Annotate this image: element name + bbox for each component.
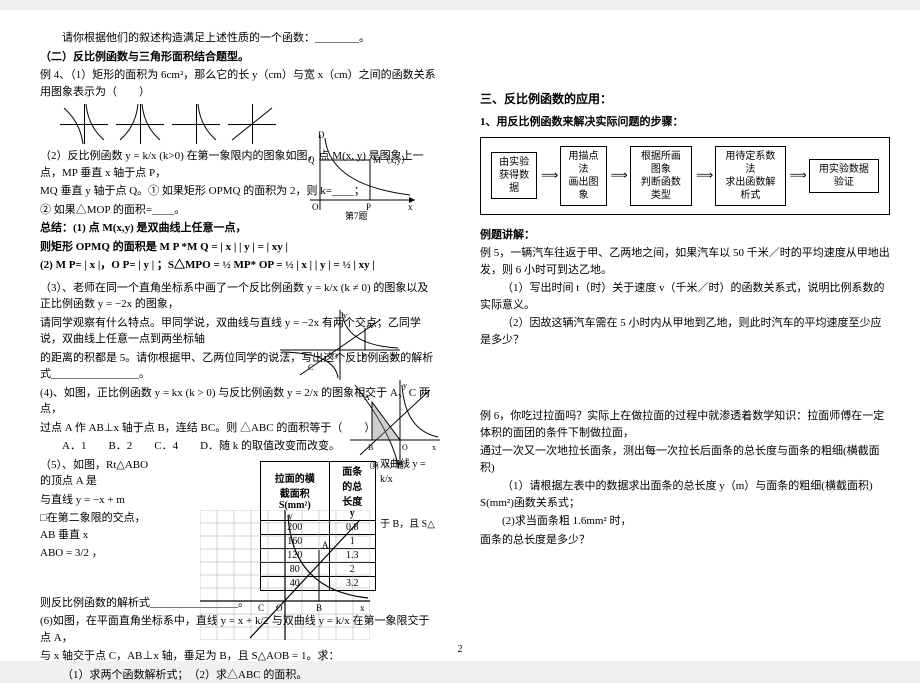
subsection-3-1: 1、用反比例函数来解决实际问题的步骤： <box>480 114 890 131</box>
flow-box-4: 用待定系数法 求出函数解析式 <box>715 146 785 206</box>
example-6c: （1）求两个函数解析式； （2）求△ABC 的面积。 <box>40 667 436 683</box>
label-b6: B <box>316 603 322 613</box>
left-column: 请你根据他们的叙述构造满足上述性质的一个函数：________。 （二）反比例函… <box>0 10 460 661</box>
label-c6: C <box>258 603 264 613</box>
fig5-caption: （第（5）题） <box>365 461 411 470</box>
example-5c: 与直线 y = −x + m <box>40 492 150 509</box>
page-number: 2 <box>458 644 463 655</box>
example-6-line-d: (2)求当面条粗 1.6mm² 时， <box>480 513 890 530</box>
arrow-icon: ⟹ <box>790 168 805 183</box>
flowchart: 由实验 获得数据 ⟹ 用描点法 画出图象 ⟹ 根据所画图象 判断函数类型 ⟹ 用… <box>480 137 890 215</box>
label-a6: A <box>322 540 329 550</box>
label-q: Q <box>308 155 315 165</box>
arrow-icon: ⟹ <box>611 168 626 183</box>
right-column: 三、反比例函数的应用： 1、用反比例函数来解决实际问题的步骤： 由实验 获得数据… <box>460 10 920 661</box>
flow-box-3: 根据所画图象 判断函数类型 <box>630 146 692 206</box>
label-y: y <box>343 311 347 320</box>
label-y5: y <box>403 381 407 390</box>
example-5f: ABO = 3/2 ， <box>40 545 150 562</box>
example-5-line-b: （1）写出时间 t（时）关于速度 v（千米／时）的函数关系式，说明比例系数的实际… <box>480 280 890 313</box>
label-d: D <box>318 130 325 140</box>
figure-caption: 第7题 <box>345 210 368 220</box>
example-4-1: 例 4、（1）矩形的面积为 6cm²，那么它的长 y（cm）与宽 x（cm）之间… <box>40 67 436 100</box>
label-x4: x <box>392 352 396 361</box>
flow-box-5: 用实验数据验证 <box>809 159 879 193</box>
page: 请你根据他们的叙述构造满足上述性质的一个函数：________。 （二）反比例函… <box>0 10 920 661</box>
example-6b: 与 x 轴交于点 C，AB⊥x 轴，垂足为 B，且 S△AOB = 1。求： <box>40 648 436 665</box>
flow-box-1: 由实验 获得数据 <box>491 152 537 199</box>
label-x: x <box>408 202 413 212</box>
option-graph-a <box>60 104 108 144</box>
subsection-2-title: （二）反比例函数与三角形面积结合题型。 <box>40 49 436 66</box>
flow-box-2: 用描点法 画出图象 <box>560 146 606 206</box>
example-6-line-a: 例 6，你吃过拉面吗？实际上在做拉面的过程中就渗透着数学知识：拉面师傅在一定体积… <box>480 408 890 441</box>
example-5a: （5）、如图，Rt△ABO 的顶点 A 是 <box>40 457 150 490</box>
label-x6: x <box>360 603 365 613</box>
arrow-icon: ⟹ <box>541 168 556 183</box>
intro-line: 请你根据他们的叙述构造满足上述性质的一个函数：________。 <box>40 30 436 47</box>
label-x5: x <box>432 443 436 452</box>
example-5-line-c: （2）因故这辆汽车需在 5 小时内从甲地到乙地，则此时汽车的平均速度至少应是多少… <box>480 315 890 348</box>
summary-1b: 则矩形 OPMQ 的面积是 M P *M Q = | x | | y | = |… <box>40 239 436 256</box>
section-3-title: 三、反比例函数的应用： <box>480 90 890 108</box>
example-5d: □在第二象限的交点，AB 垂直 x <box>40 510 150 543</box>
label-y6: y <box>288 511 293 521</box>
label-a5: A <box>364 393 370 402</box>
example-6-line-c: （1）请根据左表中的数据求出面条的总长度 y（m）与面条的粗细(横截面积) S(… <box>480 478 890 511</box>
example-5e: 于 B，且 S△ <box>380 517 436 532</box>
option-graph-b <box>116 104 164 144</box>
example-6-line-e: 面条的总长度是多少？ <box>480 532 890 549</box>
summary-1a: 总结：(1) 点 M(x,y) 是双曲线上任意一点， <box>40 220 436 237</box>
figure-ex4: y A B O C x <box>280 310 400 380</box>
figure-q7: D Q M（x,y） O P x 第7题 <box>300 130 420 220</box>
example-6-line-b: 通过一次又一次地拉长面条，测出每一次拉长后面条的总长度与面条的粗细(横截面积) <box>480 443 890 476</box>
example-5-line-a: 例 5，一辆汽车往返于甲、乙两地之间，如果汽车以 50 千米／时的平均速度从甲地… <box>480 245 890 278</box>
label-b: B <box>362 352 367 361</box>
summary-2: (2) M P= | x |，O P= | y | ；S△MPO = ½ MP*… <box>40 257 436 274</box>
label-o6: O <box>276 603 283 613</box>
label-b5: B <box>368 443 373 452</box>
arrow-icon: ⟹ <box>696 168 711 183</box>
figure-ex6: y A C O B x <box>200 510 370 640</box>
figure-ex5: y A B O x （第（5）题） <box>350 380 440 470</box>
example-3a: （3）、老师在同一个直角坐标系中画了一个反比例函数 y = k/x (k ≠ 0… <box>40 280 436 313</box>
label-c: C <box>308 363 313 372</box>
label-o4: O <box>332 352 338 361</box>
option-graph-c <box>172 104 220 144</box>
example-header: 例题讲解： <box>480 227 890 244</box>
label-o: O <box>312 202 319 212</box>
label-o5: O <box>402 443 408 452</box>
label-a: A <box>367 321 373 330</box>
label-m: M（x,y） <box>373 155 410 165</box>
option-graph-d <box>228 104 276 144</box>
